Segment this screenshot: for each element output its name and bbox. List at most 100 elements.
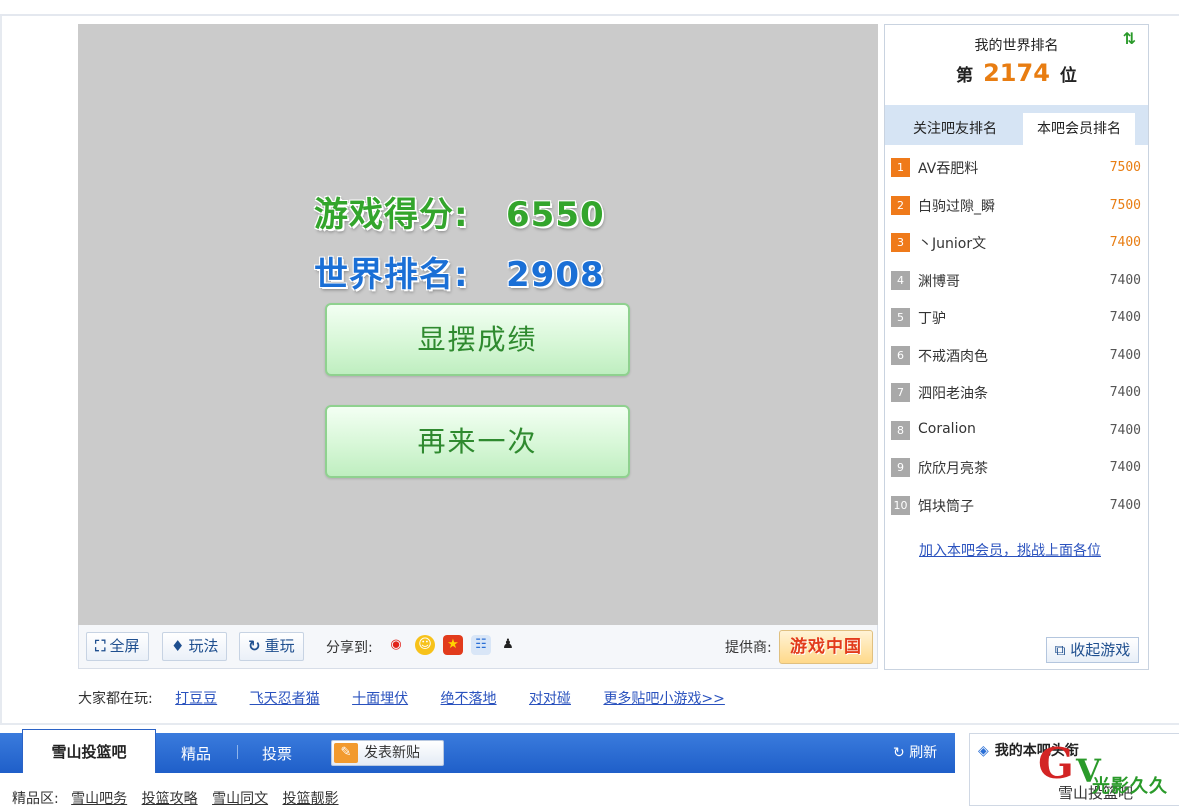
provider-logo[interactable]: 游戏中国 (779, 630, 873, 664)
tab-divider (237, 745, 238, 759)
replay-button[interactable]: ↻ 重玩 (239, 632, 304, 661)
game-score-label: 游戏得分: (314, 195, 469, 235)
world-rank-label: 世界排名: (314, 255, 469, 295)
lightbulb-icon: ♦ (171, 637, 185, 655)
rank-row[interactable]: 10 饵块筒子 7400 (891, 488, 1141, 526)
rank-badge: 9 (891, 458, 910, 477)
rank-row[interactable]: 4 渊博哥 7400 (891, 263, 1141, 301)
game-toolbar: ⛶ 全屏 ♦ 玩法 ↻ 重玩 分享到: ◉ ☺ ★ ☷ ♟ 提供商: 游戏中国 (78, 625, 878, 669)
jingpin-link-liangying[interactable]: 投篮靓影 (283, 791, 339, 807)
game-link-bulu[interactable]: 绝不落地 (441, 691, 497, 707)
kaixin-icon[interactable]: ☷ (471, 635, 491, 655)
tab-forum-home[interactable]: 雪山投篮吧 (22, 729, 156, 773)
fullscreen-icon: ⛶ (95, 637, 106, 655)
collapse-game-button[interactable]: ⧉ 收起游戏 (1046, 637, 1139, 663)
game-link-duiduipeng[interactable]: 对对碰 (529, 691, 571, 707)
jingpin-label: 精品区: (12, 791, 59, 807)
weibo-icon[interactable]: ◉ (386, 635, 406, 655)
tab-vote[interactable]: 投票 (262, 733, 292, 773)
rank-list: 1 AV吞肥料 7500 2 白驹过隙_瞬 7500 3 丶Junior文 7400 4 渊博… (891, 150, 1141, 525)
replay-label: 重玩 (264, 637, 295, 655)
game-link-more[interactable]: 更多贴吧小游戏>> (603, 691, 724, 707)
rank-name: 泗阳老油条 (918, 386, 988, 402)
howto-label: 玩法 (188, 637, 219, 655)
collapse-label: 收起游戏 (1070, 641, 1131, 659)
playing-label: 大家都在玩: (78, 691, 153, 707)
rank-badge: 2 (891, 195, 910, 215)
world-rank: 世界排名: 2908 (314, 247, 605, 296)
rank-row[interactable]: 2 白驹过隙_瞬 7500 (891, 188, 1141, 226)
rank-badge: 7 (891, 383, 910, 402)
smile-icon[interactable]: ☺ (415, 635, 435, 655)
refresh-rank-icon[interactable]: ⇅ (1123, 29, 1136, 48)
fullscreen-label: 全屏 (109, 637, 140, 655)
star-icon[interactable]: ★ (443, 635, 463, 655)
playing-row: 大家都在玩: 打豆豆 飞天忍者猫 十面埋伏 绝不落地 对对碰 更多贴吧小游戏>> (78, 688, 725, 708)
rank-score: 7400 (1109, 422, 1141, 438)
badge-icon: ◈ (978, 743, 989, 759)
tab-members-rank[interactable]: 本吧会员排名 (1023, 113, 1135, 145)
rank-badge: 8 (891, 420, 910, 440)
forum-refresh-label: 刷新 (909, 745, 938, 761)
my-rank: 第 2174 位 (885, 59, 1148, 87)
howto-button[interactable]: ♦ 玩法 (162, 632, 228, 661)
replay-icon: ↻ (248, 637, 261, 655)
rank-badge: 6 (891, 345, 910, 365)
new-post-label: 发表新贴 (364, 745, 420, 761)
rank-row[interactable]: 5 丁驴 7400 (891, 300, 1141, 338)
rank-prefix: 第 (956, 66, 974, 86)
rank-score: 7400 (1109, 385, 1141, 400)
rank-row[interactable]: 1 AV吞肥料 7500 (891, 150, 1141, 188)
rank-score: 7400 (1109, 272, 1141, 288)
watermark-text: 光影久久 (1092, 776, 1168, 797)
forum-tab-bar: 雪山投篮吧 精品 投票 ✎ 发表新贴 ↻ 刷新 (0, 729, 955, 773)
rank-row[interactable]: 6 不戒酒肉色 7400 (891, 338, 1141, 376)
game-link-shimian[interactable]: 十面埋伏 (352, 691, 408, 707)
game-link-dadoudou[interactable]: 打豆豆 (175, 691, 217, 707)
rank-badge: 4 (891, 270, 910, 290)
tab-friends-rank[interactable]: 关注吧友排名 (897, 113, 1013, 145)
rank-badge: 3 (891, 233, 910, 252)
fullscreen-button[interactable]: ⛶ 全屏 (86, 632, 149, 661)
rank-name: 欣欣月亮茶 (918, 461, 988, 477)
rank-name: 丁驴 (918, 311, 946, 327)
rank-name: 饵块筒子 (918, 498, 974, 515)
rank-row[interactable]: 7 泗阳老油条 7400 (891, 375, 1141, 413)
watermark-g: G (1038, 739, 1074, 788)
rank-row[interactable]: 3 丶Junior文 7400 (891, 225, 1141, 263)
new-post-button[interactable]: ✎ 发表新贴 (331, 740, 444, 766)
game-link-ninja-cat[interactable]: 飞天忍者猫 (250, 691, 320, 707)
forum-refresh-button[interactable]: ↻ 刷新 (893, 733, 937, 773)
rank-badge: 5 (891, 308, 910, 327)
jingpin-link-gonglue[interactable]: 投篮攻略 (142, 791, 198, 807)
game-canvas[interactable]: 游戏得分: 6550 世界排名: 2908 显摆成绩 再来一次 (78, 24, 878, 625)
collapse-icon: ⧉ (1054, 641, 1071, 659)
game-score-value: 6550 (506, 195, 605, 235)
rank-score: 7500 (1109, 160, 1141, 175)
refresh-icon: ↻ (893, 745, 910, 761)
rank-name: AV吞肥料 (918, 161, 979, 177)
jingpin-link-wuwu[interactable]: 雪山吧务 (71, 791, 127, 807)
rank-score: 7400 (1109, 460, 1141, 475)
play-again-button[interactable]: 再来一次 (325, 405, 630, 478)
qq-icon[interactable]: ♟ (498, 635, 518, 655)
rank-row[interactable]: 8 Coralion 7400 (891, 413, 1141, 451)
rank-name: 丶Junior文 (918, 236, 987, 252)
rank-name: Coralion (918, 420, 976, 437)
rank-tabs: 关注吧友排名 本吧会员排名 (885, 105, 1148, 145)
rank-name: 渊博哥 (918, 273, 960, 290)
show-off-button[interactable]: 显摆成绩 (325, 303, 630, 376)
world-rank-value: 2908 (506, 255, 605, 295)
provider-label: 提供商: (725, 640, 772, 656)
pencil-icon: ✎ (334, 743, 358, 763)
rank-title: 我的世界排名 (974, 38, 1059, 54)
rank-badge: 10 (891, 495, 910, 515)
rank-suffix: 位 (1059, 66, 1077, 86)
rank-row[interactable]: 9 欣欣月亮茶 7400 (891, 450, 1141, 488)
jingpin-link-tongwen[interactable]: 雪山同文 (212, 791, 268, 807)
watermark-logo: G V 光影久久 (1038, 742, 1178, 802)
join-members-link[interactable]: 加入本吧会员，挑战上面各位 (919, 540, 1101, 560)
tab-jingpin[interactable]: 精品 (181, 733, 211, 773)
rank-score: 7500 (1109, 197, 1141, 213)
jingpin-row: 精品区: 雪山吧务 投篮攻略 雪山同文 投篮靓影 (12, 788, 339, 808)
